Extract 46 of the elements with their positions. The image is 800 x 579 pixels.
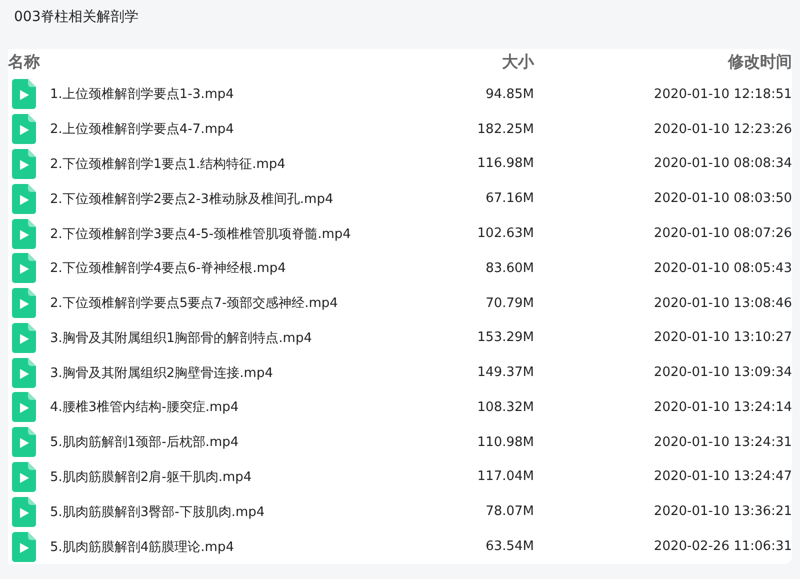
file-name[interactable]: 2.下位颈椎解剖学4要点6-脊神经根.mp4 (50, 259, 286, 278)
file-size: 117.04M (477, 469, 534, 484)
modified-time: 2020-01-10 13:08:46 (654, 296, 792, 311)
file-name[interactable]: 2.下位颈椎解剖学1要点1.结构特征.mp4 (50, 154, 286, 173)
modified-time: 2020-01-10 12:23:26 (654, 122, 792, 137)
file-size: 78.07M (486, 504, 534, 520)
file-name[interactable]: 5.肌肉筋膜解剖2肩-躯干肌肉.mp4 (50, 468, 252, 486)
file-name[interactable]: 3.胸骨及其附属组织2胸壁骨连接.mp4 (50, 364, 273, 382)
file-name[interactable]: 2.下位颈椎解剖学要点5要点7-颈部交感神经.mp4 (50, 294, 338, 312)
modified-time: 2020-01-10 13:24:14 (654, 400, 792, 415)
modified-time: 2020-01-10 08:03:50 (654, 191, 792, 206)
file-name[interactable]: 4.腰椎3椎管内结构-腰突症.mp4 (50, 398, 239, 416)
column-header[interactable]: 名称 (8, 52, 40, 74)
file-size: 108.32M (477, 400, 534, 415)
file-size: 70.79M (486, 296, 534, 311)
modified-time: 2020-01-10 08:05:43 (654, 260, 792, 276)
file-size: 102.63M (477, 226, 534, 241)
file-size: 153.29M (477, 330, 534, 346)
modified-time: 2020-01-10 08:08:34 (654, 156, 792, 172)
modified-time: 2020-01-10 13:10:27 (654, 330, 792, 346)
file-name[interactable]: 5.肌肉筋解剖1颈部-后枕部.mp4 (50, 433, 239, 452)
folder-title: 003脊柱相关解剖学 (13, 8, 140, 27)
file-name[interactable]: 5.肌肉筋膜解剖4筋膜理论.mp4 (50, 538, 234, 556)
file-size: 110.98M (477, 434, 534, 450)
file-name[interactable]: 2.上位颈椎解剖学要点4-7.mp4 (50, 120, 234, 138)
file-name[interactable]: 2.下位颈椎解剖学3要点4-5-颈椎椎管肌项脊髓.mp4 (50, 224, 351, 242)
column-header[interactable]: 大小 (502, 52, 534, 74)
modified-time: 2020-01-10 13:36:21 (654, 504, 792, 520)
modified-time: 2020-01-10 08:07:26 (654, 226, 792, 241)
file-name[interactable]: 2.下位颈椎解剖学2要点2-3椎动脉及椎间孔.mp4 (50, 190, 334, 208)
modified-time: 2020-01-10 12:18:51 (654, 86, 792, 102)
modified-time: 2020-01-10 13:09:34 (654, 365, 792, 380)
file-size: 149.37M (477, 365, 534, 380)
file-size: 116.98M (477, 156, 534, 172)
file-size: 182.25M (477, 122, 534, 137)
modified-time: 2020-01-10 13:24:47 (654, 469, 792, 484)
file-name[interactable]: 3.胸骨及其附属组织1胸部骨的解剖特点.mp4 (50, 328, 312, 347)
file-name[interactable]: 1.上位颈椎解剖学要点1-3.mp4 (50, 85, 234, 104)
column-header[interactable]: 修改时间 (728, 52, 792, 74)
file-size: 94.85M (486, 86, 534, 102)
modified-time: 2020-02-26 11:06:31 (654, 539, 792, 554)
file-size: 67.16M (486, 191, 534, 206)
file-name[interactable]: 5.肌肉筋膜解剖3臀部-下肢肌肉.mp4 (50, 502, 265, 521)
file-size: 83.60M (486, 260, 534, 276)
file-size: 63.54M (486, 539, 534, 554)
modified-time: 2020-01-10 13:24:31 (654, 434, 792, 450)
